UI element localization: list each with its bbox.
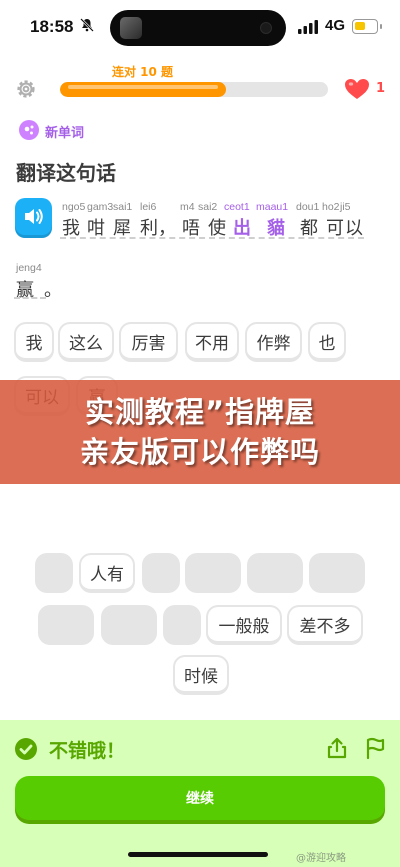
new-word-label: 新单词: [45, 126, 85, 141]
continue-button[interactable]: 继续: [15, 776, 385, 820]
watermark: @游迎攻略: [296, 853, 346, 864]
word-pinyin: dou1: [296, 201, 320, 213]
answer-tile[interactable]: 不用: [185, 322, 239, 362]
share-icon[interactable]: [326, 736, 348, 760]
word-bank-empty-slot: [163, 605, 201, 645]
word-pinyin: sai2: [198, 201, 218, 213]
word-bank-empty-slot: [142, 553, 180, 593]
status-bar: 18:58 4G: [0, 0, 400, 56]
lesson-progress-highlight: [68, 85, 219, 89]
check-circle-icon: [15, 738, 37, 760]
word-bank-tile[interactable]: 人有: [79, 553, 135, 593]
battery-level: [355, 22, 366, 30]
silent-bell-icon: [80, 18, 94, 32]
sentence-underline: [60, 237, 364, 239]
word-bank-tile[interactable]: 一般般: [206, 605, 282, 645]
answer-tile[interactable]: 厉害: [119, 322, 178, 362]
word-bank-empty-slot: [35, 553, 73, 593]
new-word-icon: [19, 120, 39, 140]
dynamic-island: [110, 10, 286, 46]
network-type: 4G: [325, 17, 346, 34]
speaker-icon: [25, 209, 43, 224]
banner-line-2: 亲友版可以作弊吗: [79, 435, 320, 469]
speaker-button[interactable]: [15, 198, 52, 235]
hearts-count: 1: [376, 81, 386, 96]
word-pinyin: sai1: [113, 201, 133, 213]
answer-tile[interactable]: 我: [14, 322, 54, 362]
word-pinyin: gam3: [87, 201, 114, 213]
word-pinyin: ceot1: [224, 201, 250, 213]
lesson-progress-bar: [60, 82, 328, 97]
signal-icon: [298, 20, 318, 34]
word-pinyin: lei6: [140, 201, 157, 213]
home-indicator: [128, 852, 268, 857]
word-bank-tile[interactable]: 差不多: [287, 605, 363, 645]
camera-dot: [260, 22, 272, 34]
exercise-prompt: 翻译这句话: [16, 161, 116, 185]
now-playing-thumbnail: [120, 17, 142, 39]
heart-icon: [345, 79, 369, 99]
word-pinyin: ji5: [340, 201, 351, 213]
report-flag-icon[interactable]: [364, 736, 386, 760]
word-pinyin: maau1: [256, 201, 289, 213]
answer-tile[interactable]: 也: [308, 322, 346, 362]
answer-tile[interactable]: 这么: [58, 322, 114, 362]
answer-tile[interactable]: 作弊: [245, 322, 302, 362]
battery-icon: [352, 19, 378, 34]
word-pinyin: jeng4: [16, 262, 42, 274]
word-bank-empty-slot: [247, 553, 303, 593]
overlay-banner: 实测教程”指牌屋 亲友版可以作弊吗: [0, 380, 400, 484]
word-bank-tile[interactable]: 时候: [173, 655, 229, 695]
word-hanzi[interactable]: 。: [44, 276, 62, 302]
word-pinyin: m4: [180, 201, 195, 213]
feedback-title: 不错哦！: [49, 740, 126, 762]
word-bank-empty-slot: [101, 605, 157, 645]
sentence-underline: [14, 297, 46, 299]
word-bank-empty-slot: [309, 553, 365, 593]
word-bank-empty-slot: [38, 605, 94, 645]
word-bank-empty-slot: [185, 553, 241, 593]
battery-cap: [380, 24, 382, 29]
word-pinyin: ngo5: [62, 201, 86, 213]
word-pinyin: ho2: [322, 201, 340, 213]
streak-label: 连对 10 题: [111, 65, 174, 79]
settings-gear-icon[interactable]: [14, 77, 38, 101]
status-time: 18:58: [30, 17, 74, 36]
banner-line-1: 实测教程”指牌屋: [84, 395, 316, 429]
